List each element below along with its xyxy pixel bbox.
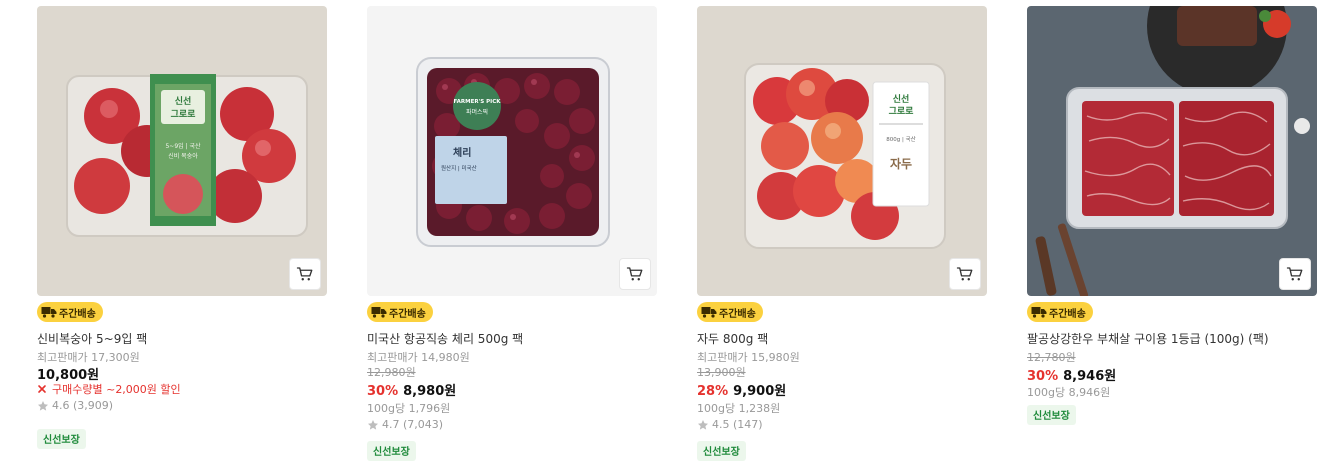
- svg-text:그로로: 그로로: [171, 109, 197, 120]
- add-to-cart-button[interactable]: [619, 258, 651, 290]
- product-name[interactable]: 미국산 항공직송 체리 500g 팩: [367, 330, 523, 347]
- fresh-guarantee-badge: 신선보장: [367, 440, 416, 461]
- truck-icon: [1031, 307, 1047, 318]
- discount-rate: 30%: [367, 384, 399, 399]
- rating: 4.7 (7,043): [367, 418, 443, 431]
- sale-price: 8,980원: [403, 384, 457, 399]
- plum-pack-image: 신선 그로로 800g | 국산 자두: [697, 6, 987, 296]
- promo-text: 구매수량별 ~2,000원 할인: [52, 383, 181, 396]
- unit-price: 100g당 1,796원: [367, 402, 451, 415]
- product-image[interactable]: 신선 그로로 5~9입 | 국산 신비 복숭아: [37, 6, 327, 296]
- hanwoo-beef-pack-image: [1027, 6, 1317, 296]
- add-to-cart-button[interactable]: [949, 258, 981, 290]
- cart-icon: [956, 267, 973, 281]
- product-image[interactable]: FARMER'S PICK 파머스픽 체리 원산지 | 미국산: [367, 6, 657, 296]
- truck-icon: [41, 307, 57, 318]
- fresh-guarantee-badge: 신선보장: [697, 440, 746, 461]
- delivery-badge-label: 주간배송: [719, 308, 756, 320]
- product-image[interactable]: 신선 그로로 800g | 국산 자두: [697, 6, 987, 296]
- weekly-delivery-badge: 주간배송: [697, 302, 763, 322]
- discount-tag-icon: [38, 385, 46, 393]
- max-price: 최고판매가 17,300원: [37, 351, 140, 364]
- rating-text: 4.6 (3,909): [52, 399, 114, 412]
- delivery-badge-label: 주간배송: [389, 308, 426, 320]
- product-card[interactable]: 신선 그로로 5~9입 | 국산 신비 복숭아 주간배송 신비복숭아 5~9입 …: [37, 6, 327, 449]
- weekly-delivery-badge: 주간배송: [37, 302, 103, 322]
- star-icon: [38, 400, 48, 411]
- cart-icon: [626, 267, 643, 281]
- truck-icon: [701, 307, 717, 318]
- quantity-discount-promo: 구매수량별 ~2,000원 할인: [37, 381, 181, 397]
- product-card[interactable]: 주간배송 팔공상강한우 부채살 구이용 1등급 (100g) (팩) 12,78…: [1027, 6, 1317, 425]
- add-to-cart-button[interactable]: [289, 258, 321, 290]
- price-row: 30% 8,980원: [367, 380, 456, 399]
- discount-rate: 30%: [1027, 369, 1059, 384]
- svg-text:FARMER'S PICK: FARMER'S PICK: [453, 99, 501, 105]
- sale-price: 8,946원: [1063, 369, 1117, 384]
- rating-text: 4.7 (7,043): [382, 418, 444, 431]
- peach-pack-image: 신선 그로로 5~9입 | 국산 신비 복숭아: [37, 6, 327, 296]
- fresh-guarantee-badge: 신선보장: [1027, 404, 1076, 425]
- fresh-guarantee-badge: 신선보장: [37, 428, 86, 449]
- delivery-badge-label: 주간배송: [1049, 308, 1086, 320]
- rating: 4.5 (147): [697, 418, 763, 431]
- unit-price: 100g당 8,946원: [1027, 386, 1111, 399]
- unit-price: 100g당 1,238원: [697, 402, 781, 415]
- star-icon: [368, 419, 378, 430]
- original-price: 12,780원: [1027, 351, 1076, 364]
- rating-text: 4.5 (147): [712, 418, 763, 431]
- svg-text:파머스픽: 파머스픽: [466, 108, 488, 116]
- svg-text:800g | 국산: 800g | 국산: [886, 135, 915, 143]
- svg-text:그로로: 그로로: [889, 106, 915, 117]
- original-price: 12,980원: [367, 366, 416, 379]
- product-name[interactable]: 자두 800g 팩: [697, 330, 768, 347]
- svg-text:자두: 자두: [890, 156, 912, 171]
- cart-icon: [1286, 267, 1303, 281]
- svg-text:5~9입 | 국산: 5~9입 | 국산: [165, 142, 201, 150]
- product-card[interactable]: 신선 그로로 800g | 국산 자두 주간배송 자두 800g 팩 최고판매가…: [697, 6, 987, 461]
- svg-text:체리: 체리: [453, 146, 471, 159]
- weekly-delivery-badge: 주간배송: [367, 302, 433, 322]
- svg-text:원산지 | 미국산: 원산지 | 미국산: [441, 164, 477, 172]
- svg-text:신비 복숭아: 신비 복숭아: [168, 152, 198, 160]
- max-price: 최고판매가 14,980원: [367, 351, 470, 364]
- truck-icon: [371, 307, 387, 318]
- product-image[interactable]: [1027, 6, 1317, 296]
- svg-text:신선: 신선: [175, 95, 192, 107]
- sale-price: 9,900원: [733, 384, 787, 399]
- add-to-cart-button[interactable]: [1279, 258, 1311, 290]
- rating: 4.6 (3,909): [37, 399, 113, 412]
- product-card[interactable]: FARMER'S PICK 파머스픽 체리 원산지 | 미국산 주간배송 미국산…: [367, 6, 657, 461]
- price-row: 30% 8,946원: [1027, 365, 1116, 384]
- svg-text:신선: 신선: [893, 93, 910, 105]
- product-name[interactable]: 팔공상강한우 부채살 구이용 1등급 (100g) (팩): [1027, 330, 1269, 347]
- star-icon: [698, 419, 708, 430]
- product-name[interactable]: 신비복숭아 5~9입 팩: [37, 330, 147, 347]
- cherry-pack-image: FARMER'S PICK 파머스픽 체리 원산지 | 미국산: [367, 6, 657, 296]
- price-row: 28% 9,900원: [697, 380, 786, 399]
- max-price: 최고판매가 15,980원: [697, 351, 800, 364]
- discount-rate: 28%: [697, 384, 729, 399]
- original-price: 13,900원: [697, 366, 746, 379]
- cart-icon: [296, 267, 313, 281]
- weekly-delivery-badge: 주간배송: [1027, 302, 1093, 322]
- delivery-badge-label: 주간배송: [59, 308, 96, 320]
